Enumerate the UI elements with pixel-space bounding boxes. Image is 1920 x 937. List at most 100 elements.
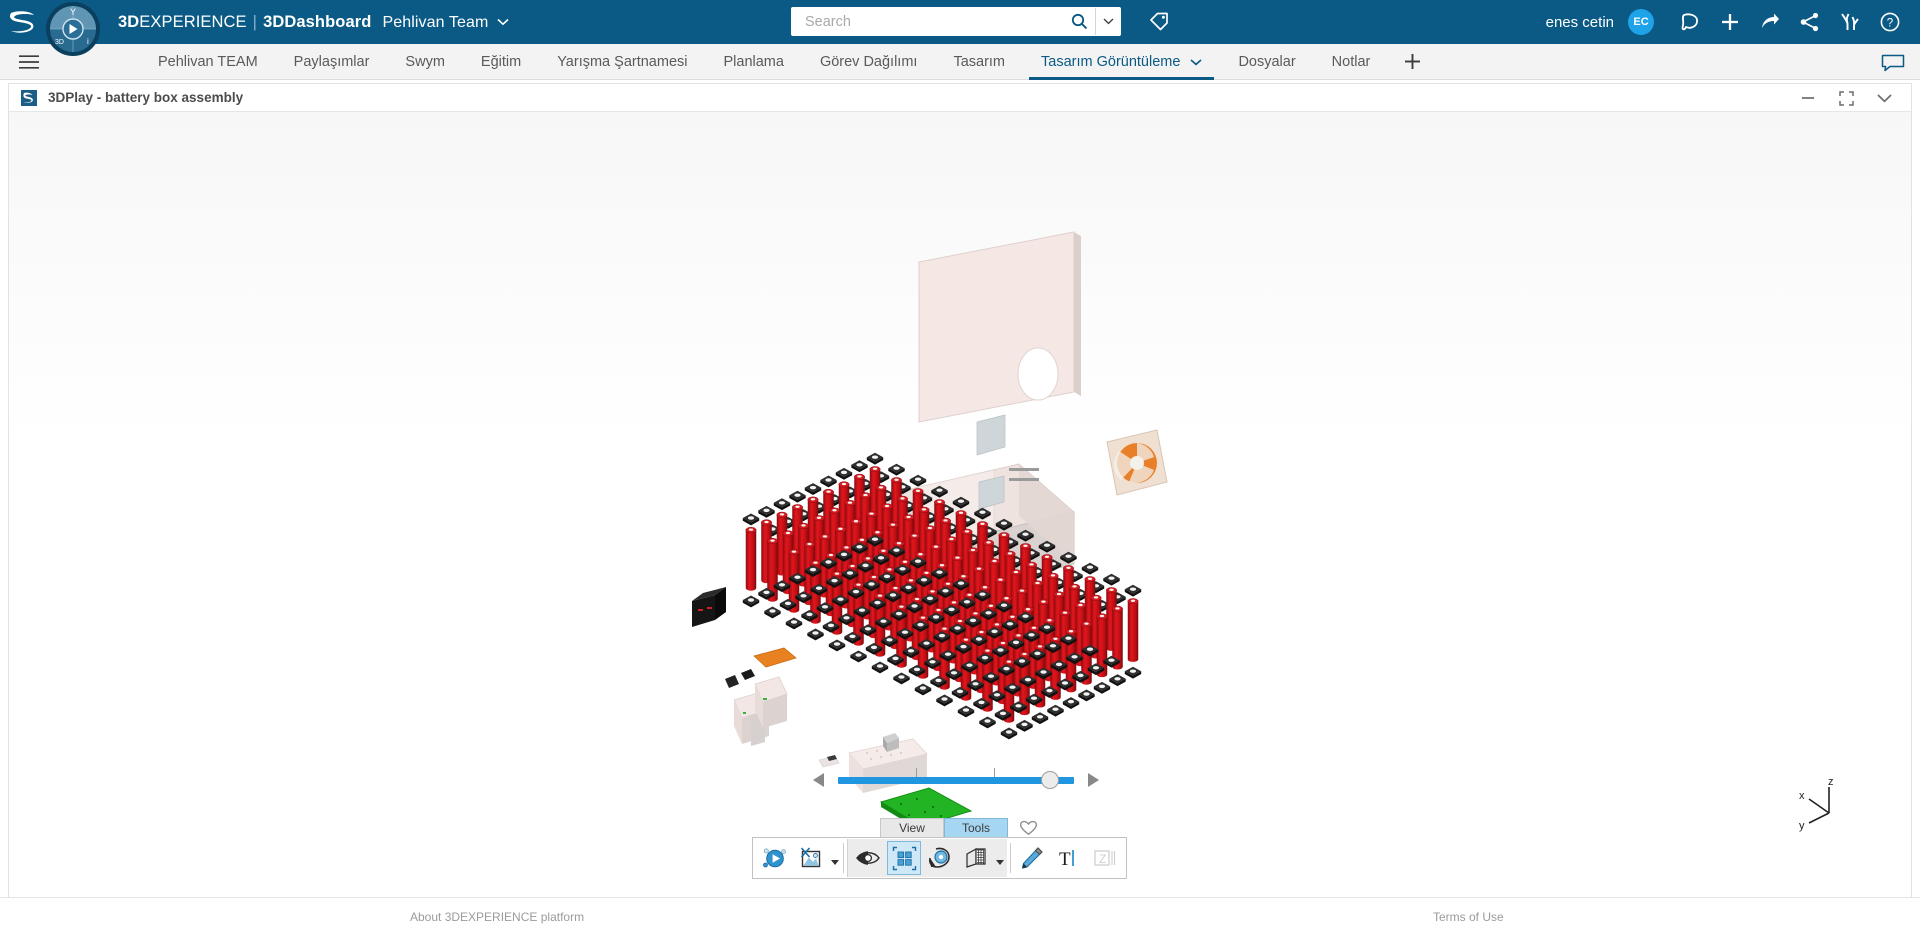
tab-label: Paylaşımlar: [293, 53, 370, 70]
slider-handle[interactable]: [1041, 771, 1060, 789]
slider-tick: [915, 768, 917, 777]
page-footer: About 3DEXPERIENCE platform Terms of Use: [0, 897, 1920, 937]
search-box[interactable]: [791, 7, 1121, 36]
3dexperience-compass-icon[interactable]: 3D i Y: [42, 0, 104, 58]
snapshot-button[interactable]: [794, 841, 828, 875]
mini-tab-label: View: [899, 821, 925, 835]
viewer-toolbar: T Z: [752, 837, 1127, 879]
orange-shim-plate: [753, 647, 797, 668]
heart-icon[interactable]: [1019, 819, 1038, 836]
explode-button[interactable]: [887, 841, 921, 875]
toolbar-group-markup: T Z: [1014, 839, 1122, 877]
terms-link[interactable]: Terms of Use: [1433, 910, 1504, 924]
tab-label: Yarışma Şartnamesi: [557, 53, 688, 70]
text-annotation-button[interactable]: T: [1051, 841, 1085, 875]
svg-text:T: T: [1059, 849, 1071, 870]
slider-tick: [993, 768, 995, 777]
collapse-button[interactable]: [1865, 84, 1903, 112]
chat-bubble-icon[interactable]: [1880, 51, 1906, 73]
tab-yarisma-sartnamesi[interactable]: Yarışma Şartnamesi: [539, 44, 705, 79]
tab-planlama[interactable]: Planlama: [705, 44, 801, 79]
add-icon[interactable]: [1710, 0, 1750, 44]
avatar[interactable]: EC: [1628, 9, 1654, 35]
slider-track[interactable]: [838, 777, 1074, 784]
search-options-chevron-down-icon[interactable]: [1095, 8, 1121, 35]
tab-dosyalar[interactable]: Dosyalar: [1220, 44, 1313, 79]
share-arrow-icon[interactable]: [1750, 0, 1790, 44]
axis-triad: z x y: [1795, 773, 1859, 837]
tab-view[interactable]: View: [880, 818, 944, 837]
visibility-button[interactable]: [851, 841, 885, 875]
3dplay-icon: [21, 89, 37, 106]
measure-button[interactable]: [923, 841, 957, 875]
brand-separator: |: [252, 12, 258, 31]
brand-dashboard: 3DDashboard: [263, 12, 372, 31]
tab-swym[interactable]: Swym: [387, 44, 462, 79]
about-link[interactable]: About 3DEXPERIENCE platform: [410, 910, 584, 924]
tab-label: Planlama: [723, 53, 784, 70]
slider-track-area[interactable]: [838, 768, 1074, 791]
share-network-icon[interactable]: [1790, 0, 1830, 44]
add-tab-button[interactable]: [1388, 44, 1437, 79]
brand-experience: EXPERIENCE: [139, 12, 247, 31]
tab-pehlivan-team[interactable]: Pehlivan TEAM: [140, 44, 276, 79]
tab-tools[interactable]: Tools: [944, 818, 1008, 837]
section-options-caret-icon[interactable]: [994, 841, 1005, 875]
animation-slider[interactable]: [808, 768, 1104, 792]
cooling-fan: [1106, 429, 1168, 496]
header-right-controls: enes cetin EC ?: [1546, 0, 1910, 44]
tab-label: Notlar: [1331, 53, 1371, 70]
search-icon[interactable]: [1063, 8, 1095, 35]
notification-bell-icon[interactable]: [1670, 0, 1710, 44]
tab-notlar[interactable]: Notlar: [1314, 44, 1389, 79]
viewer-mode-tabs: View Tools: [880, 818, 1038, 837]
brand-title: 3D EXPERIENCE | 3DDashboard Pehlivan Team: [118, 13, 509, 32]
tab-tasarim[interactable]: Tasarım: [935, 44, 1023, 79]
search-input[interactable]: [791, 8, 1063, 35]
next-step-icon[interactable]: [1082, 769, 1104, 791]
tag-icon[interactable]: [1145, 8, 1173, 36]
dashboard-tab-bar: Pehlivan TEAM Paylaşımlar Swym Eğitim Ya…: [0, 44, 1920, 80]
tab-egitim[interactable]: Eğitim: [463, 44, 539, 79]
play-animation-button[interactable]: [758, 841, 792, 875]
tab-paylasimlar[interactable]: Paylaşımlar: [276, 44, 388, 79]
tab-label: Pehlivan TEAM: [158, 53, 258, 70]
tab-tasarim-goruntuleme[interactable]: Tasarım Görüntüleme: [1023, 44, 1220, 80]
svg-text:i: i: [87, 37, 89, 46]
svg-text:y: y: [1799, 820, 1805, 832]
widget-title: 3DPlay - battery box assembly: [48, 90, 244, 105]
svg-text:x: x: [1799, 790, 1805, 802]
user-name-label[interactable]: enes cetin: [1546, 14, 1614, 31]
tab-label: Dosyalar: [1238, 53, 1296, 70]
collaborative-tasks-icon[interactable]: [1830, 0, 1870, 44]
section-button[interactable]: [959, 841, 993, 875]
battery-cell-array: [742, 452, 1142, 740]
chevron-down-icon[interactable]: [1190, 57, 1202, 69]
tab-label: Swym: [405, 53, 445, 70]
toolbar-group-playback: [757, 839, 840, 877]
tab-label: Eğitim: [480, 53, 522, 70]
svg-text:3D: 3D: [55, 39, 64, 46]
widget-controls: [1789, 84, 1903, 112]
mini-tab-label: Tools: [961, 821, 990, 835]
brand-team-name[interactable]: Pehlivan Team: [382, 14, 488, 32]
fullscreen-button[interactable]: [1827, 84, 1865, 112]
widget-header: 3DPlay - battery box assembly: [9, 84, 1911, 112]
help-icon[interactable]: ?: [1870, 0, 1910, 44]
top-header-bar: 3D i Y 3D EXPERIENCE | 3DDashboard Pehliv…: [0, 0, 1920, 56]
tab-gorev-dagilimi[interactable]: Görev Dağılımı: [802, 44, 936, 79]
ds-logo-icon[interactable]: [0, 0, 46, 44]
previous-step-icon[interactable]: [808, 769, 830, 791]
hamburger-menu-icon[interactable]: [12, 44, 46, 79]
tab-label: Görev Dağılımı: [819, 53, 918, 70]
toolbar-separator: [843, 843, 844, 873]
markup-pencil-button[interactable]: [1015, 841, 1049, 875]
svg-text:?: ?: [1887, 17, 1893, 29]
chevron-down-icon[interactable]: [497, 14, 509, 29]
enclosure-lid: [918, 231, 1081, 423]
snapshot-options-caret-icon[interactable]: [829, 841, 840, 875]
controller-module: [692, 587, 726, 627]
svg-text:Y: Y: [70, 7, 76, 17]
minimize-button[interactable]: [1789, 84, 1827, 112]
dimension-button[interactable]: Z: [1087, 841, 1121, 875]
